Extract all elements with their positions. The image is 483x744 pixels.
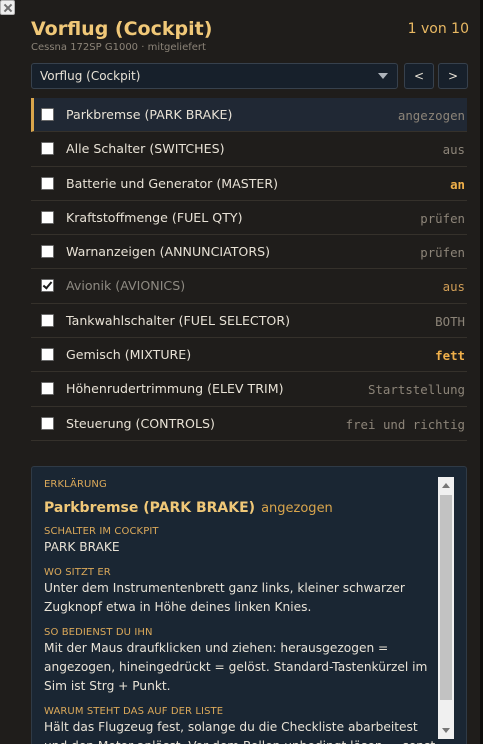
checklist-item-value: aus bbox=[442, 142, 465, 158]
checklist-item-value: BOTH bbox=[435, 313, 465, 329]
checkbox[interactable] bbox=[41, 108, 54, 121]
checkbox[interactable] bbox=[41, 279, 54, 293]
checklist-item-label: Steuerung (CONTROLS) bbox=[66, 415, 215, 431]
scroll-down-icon[interactable] bbox=[442, 728, 450, 733]
chevron-down-icon bbox=[378, 73, 388, 79]
section-caption: WO SITZT ER bbox=[44, 567, 111, 578]
section-caption: SO BEDIENST DU IHN bbox=[44, 627, 153, 638]
checklist-row[interactable]: Batterie und Generator (MASTER) an bbox=[31, 167, 467, 201]
checklist-item-label: Avionik (AVIONICS) bbox=[66, 278, 186, 294]
checklist-item-value: aus bbox=[442, 279, 465, 295]
explanation-caption: ERKLÄRUNG bbox=[44, 479, 107, 490]
checklist-row[interactable]: Warnanzeigen (ANNUNCIATORS) prüfen bbox=[31, 235, 467, 270]
checklist-row[interactable]: Alle Schalter (SWITCHES) aus bbox=[31, 132, 467, 167]
checklist-item-value: prüfen bbox=[420, 210, 465, 226]
next-button[interactable]: > bbox=[438, 63, 468, 89]
checklist-row[interactable]: Avionik (AVIONICS) aus bbox=[31, 269, 467, 304]
section-caption: SCHALTER IM COCKPIT bbox=[44, 526, 159, 537]
close-icon[interactable] bbox=[0, 0, 15, 15]
checklist-row[interactable]: Kraftstoffmenge (FUEL QTY) prüfen bbox=[31, 201, 467, 236]
checklist-item-label: Batterie und Generator (MASTER) bbox=[66, 175, 279, 191]
checklist-item-label: Alle Schalter (SWITCHES) bbox=[66, 141, 225, 157]
checklist-window: Vorflug (Cockpit) Cessna 172SP G1000 · m… bbox=[0, 0, 483, 744]
checklist-row[interactable]: Parkbremse (PARK BRAKE) angezogen bbox=[31, 98, 467, 133]
checklist-item-value: an bbox=[450, 176, 465, 192]
checkmark-icon bbox=[42, 279, 53, 291]
section-text: Unter dem Instrumentenbrett ganz links, … bbox=[44, 581, 405, 614]
checklist: Parkbremse (PARK BRAKE) angezogen Alle Sch… bbox=[31, 98, 467, 441]
checklist-item-value: Startstellung bbox=[368, 382, 465, 398]
checkbox[interactable] bbox=[41, 210, 54, 224]
prev-button[interactable]: < bbox=[404, 63, 434, 89]
checkbox[interactable] bbox=[41, 348, 54, 362]
checklist-item-value: angezogen bbox=[397, 108, 465, 123]
explanation-state: angezogen bbox=[261, 501, 333, 516]
checkbox[interactable] bbox=[41, 245, 54, 259]
checklist-item-label: Warnanzeigen (ANNUNCIATORS) bbox=[66, 244, 271, 260]
checklist-select-value: Vorflug (Cockpit) bbox=[40, 69, 141, 83]
checkbox[interactable] bbox=[41, 313, 54, 327]
explanation-panel: ERKLÄRUNG Parkbremse (PARK BRAKE) angezog… bbox=[31, 466, 467, 744]
section-text: PARK BRAKE bbox=[44, 540, 120, 554]
explanation-content: ERKLÄRUNG Parkbremse (PARK BRAKE) angezog… bbox=[44, 477, 440, 744]
checklist-select[interactable]: Vorflug (Cockpit) bbox=[31, 63, 398, 89]
aircraft-subtitle: Cessna 172SP G1000 · mitgeliefert bbox=[31, 42, 206, 53]
explanation-title-row: Parkbremse (PARK BRAKE) angezogen bbox=[44, 497, 440, 516]
checkbox[interactable] bbox=[41, 142, 54, 156]
checkbox[interactable] bbox=[41, 176, 54, 190]
checklist-row[interactable]: Gemisch (MIXTURE) fett bbox=[31, 338, 467, 373]
checklist-item-value: prüfen bbox=[420, 245, 465, 261]
checklist-row[interactable]: Steuerung (CONTROLS) frei und richtig bbox=[31, 407, 467, 441]
checklist-item-label: Parkbremse (PARK BRAKE) bbox=[66, 107, 233, 122]
step-counter: 1 von 10 bbox=[407, 21, 469, 37]
section-text: Hält das Flugzeug fest, solange du die C… bbox=[44, 720, 435, 744]
checklist-row[interactable]: Tankwahlschalter (FUEL SELECTOR) BOTH bbox=[31, 304, 467, 339]
checklist-item-label: Tankwahlschalter (FUEL SELECTOR) bbox=[66, 312, 290, 328]
checkbox[interactable] bbox=[41, 416, 54, 430]
checkbox[interactable] bbox=[41, 382, 54, 396]
scroll-up-icon[interactable] bbox=[442, 483, 450, 488]
section-text: Mit der Maus draufklicken und ziehen: he… bbox=[44, 641, 428, 693]
page-title: Vorflug (Cockpit) bbox=[31, 18, 213, 40]
section-caption: WARUM STEHT DAS AUF DER LISTE bbox=[44, 706, 224, 717]
checklist-item-label: Höhenrudertrimmung (ELEV TRIM) bbox=[66, 381, 284, 397]
checklist-row[interactable]: Höhenrudertrimmung (ELEV TRIM) Startstell… bbox=[31, 372, 467, 407]
checklist-item-label: Gemisch (MIXTURE) bbox=[66, 347, 192, 363]
header: Vorflug (Cockpit) Cessna 172SP G1000 · m… bbox=[31, 17, 469, 57]
explanation-scrollbar[interactable] bbox=[438, 477, 454, 739]
scroll-thumb[interactable] bbox=[440, 495, 452, 700]
checklist-item-value: fett bbox=[435, 348, 465, 364]
explanation-title: Parkbremse (PARK BRAKE) bbox=[44, 500, 256, 516]
checklist-item-label: Kraftstoffmenge (FUEL QTY) bbox=[66, 209, 243, 225]
checklist-item-value: frei und richtig bbox=[345, 416, 465, 432]
